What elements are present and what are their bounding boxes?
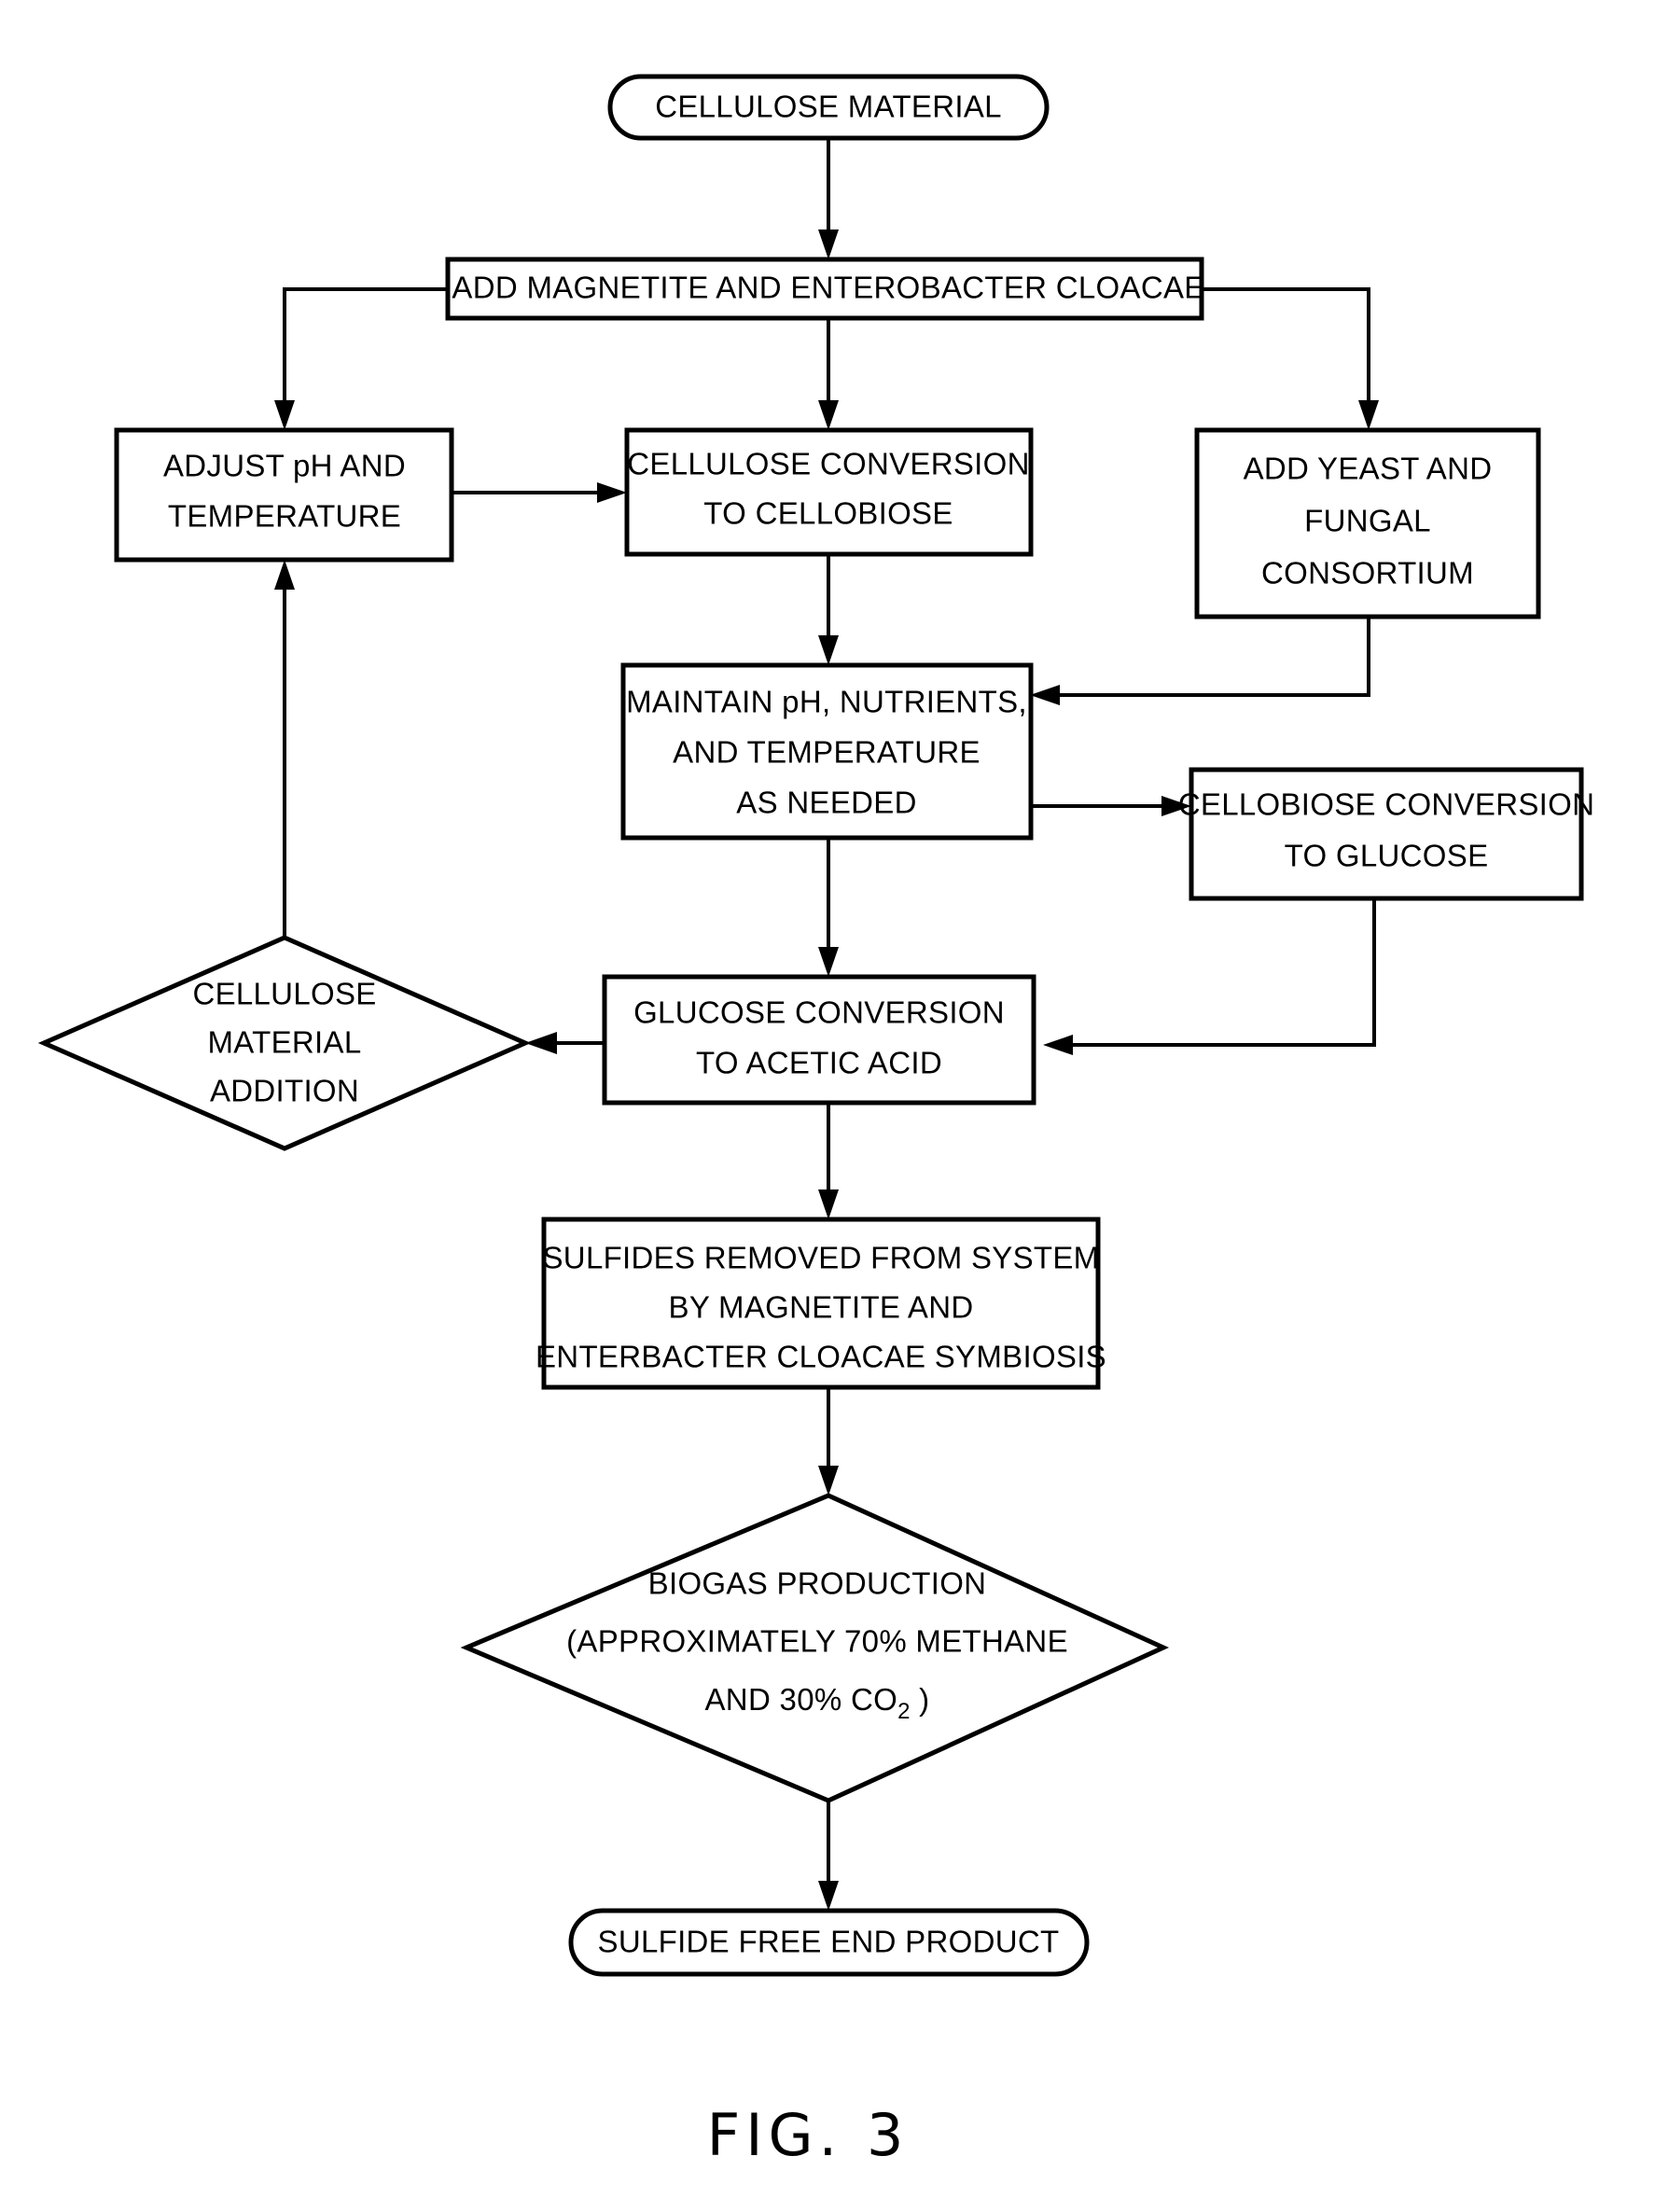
node-sulfides-removed-label-line2: BY MAGNETITE AND — [669, 1290, 974, 1325]
node-glucose-conversion: GLUCOSE CONVERSION TO ACETIC ACID — [602, 974, 1036, 1106]
connector-cellulose-addition-to-adjust-ph — [274, 560, 295, 938]
biogas-line3-prefix: AND 30% CO — [705, 1682, 898, 1717]
connector-maintain-to-cellobiose-conversion — [1031, 796, 1191, 816]
biogas-line3-subscript: 2 — [897, 1699, 911, 1724]
biogas-line3-suffix: ) — [911, 1682, 930, 1717]
figure-root: CELLULOSE MATERIAL ADD MAGNETITE AND ENT… — [0, 0, 1669, 2212]
connector-glucose-to-sulfides — [818, 1103, 839, 1219]
connector-adjust-ph-to-cellulose-conversion — [452, 482, 627, 503]
node-cellulose-addition: CELLULOSE MATERIAL ADDITION — [37, 935, 532, 1151]
node-add-magnetite: ADD MAGNETITE AND ENTEROBACTER CLOACAE — [445, 257, 1204, 321]
connector-magnetite-to-adjust-ph — [274, 287, 448, 430]
node-cellulose-addition-label-line3: ADDITION — [210, 1074, 359, 1108]
node-cellulose-conversion-label-line2: TO CELLOBIOSE — [703, 496, 953, 531]
node-adjust-ph-label-line1: ADJUST pH AND — [163, 449, 406, 483]
connector-magnetite-to-cellulose-conversion — [818, 318, 839, 430]
connector-magnetite-to-add-yeast — [1202, 287, 1379, 430]
connector-cellulose-to-magnetite — [818, 138, 839, 259]
node-cellulose-addition-label-line1: CELLULOSE — [192, 977, 376, 1011]
node-add-yeast-label-line1: ADD YEAST AND — [1244, 452, 1493, 486]
node-cellulose-addition-label-line2: MATERIAL — [208, 1025, 362, 1060]
node-add-yeast-label-line3: CONSORTIUM — [1261, 556, 1474, 591]
node-adjust-ph-label-line2: TEMPERATURE — [168, 499, 401, 534]
connector-glucose-to-cellulose-addition — [525, 1032, 605, 1054]
node-cellobiose-conversion-label-line1: CELLOBIOSE CONVERSION — [1178, 787, 1594, 822]
node-sulfides-removed: SULFIDES REMOVED FROM SYSTEM BY MAGNETIT… — [535, 1217, 1106, 1390]
node-sulfides-removed-label-line3: ENTERBACTER CLOACAE SYMBIOSIS — [535, 1340, 1106, 1374]
node-maintain-label-line3: AS NEEDED — [736, 786, 916, 820]
node-end-product-label: SULFIDE FREE END PRODUCT — [598, 1925, 1060, 1959]
node-glucose-conversion-label-line2: TO ACETIC ACID — [696, 1046, 942, 1080]
node-cellulose-material: CELLULOSE MATERIAL — [607, 74, 1050, 141]
node-cellulose-conversion: CELLULOSE CONVERSION TO CELLOBIOSE — [624, 427, 1034, 557]
figure-label: FIG. 3 — [707, 2101, 910, 2169]
node-maintain-label-line1: MAINTAIN pH, NUTRIENTS, — [626, 685, 1027, 719]
connector-cellulose-conversion-to-maintain — [818, 554, 839, 665]
node-add-magnetite-label: ADD MAGNETITE AND ENTEROBACTER CLOACAE — [452, 271, 1204, 305]
connector-maintain-to-glucose-conversion — [818, 838, 839, 977]
node-add-yeast: ADD YEAST AND FUNGAL CONSORTIUM — [1194, 427, 1541, 619]
connector-add-yeast-to-maintain — [1030, 617, 1370, 705]
connector-biogas-to-end-product — [818, 1801, 839, 1911]
connector-sulfides-to-biogas — [818, 1387, 839, 1496]
node-end-product: SULFIDE FREE END PRODUCT — [568, 1908, 1090, 1977]
node-sulfides-removed-label-line1: SULFIDES REMOVED FROM SYSTEM — [543, 1241, 1100, 1275]
node-biogas-production-label-line1: BIOGAS PRODUCTION — [648, 1566, 987, 1601]
node-maintain: MAINTAIN pH, NUTRIENTS, AND TEMPERATURE … — [620, 662, 1034, 841]
node-biogas-production: BIOGAS PRODUCTION (APPROXIMATELY 70% MET… — [460, 1493, 1170, 1803]
node-glucose-conversion-label-line1: GLUCOSE CONVERSION — [633, 995, 1005, 1030]
node-cellobiose-conversion: CELLOBIOSE CONVERSION TO GLUCOSE — [1178, 767, 1594, 901]
node-maintain-label-line2: AND TEMPERATURE — [673, 735, 981, 770]
node-cellobiose-conversion-label-line2: TO GLUCOSE — [1285, 839, 1489, 873]
node-add-yeast-label-line2: FUNGAL — [1304, 504, 1431, 538]
node-cellulose-material-label: CELLULOSE MATERIAL — [655, 90, 1002, 124]
node-cellulose-conversion-label-line1: CELLULOSE CONVERSION — [627, 447, 1029, 481]
flowchart-diagram: CELLULOSE MATERIAL ADD MAGNETITE AND ENT… — [37, 74, 1594, 2169]
node-adjust-ph: ADJUST pH AND TEMPERATURE — [114, 427, 454, 563]
node-biogas-production-label-line2: (APPROXIMATELY 70% METHANE — [566, 1624, 1068, 1659]
connector-cellobiose-to-glucose-conversion — [1043, 898, 1376, 1055]
